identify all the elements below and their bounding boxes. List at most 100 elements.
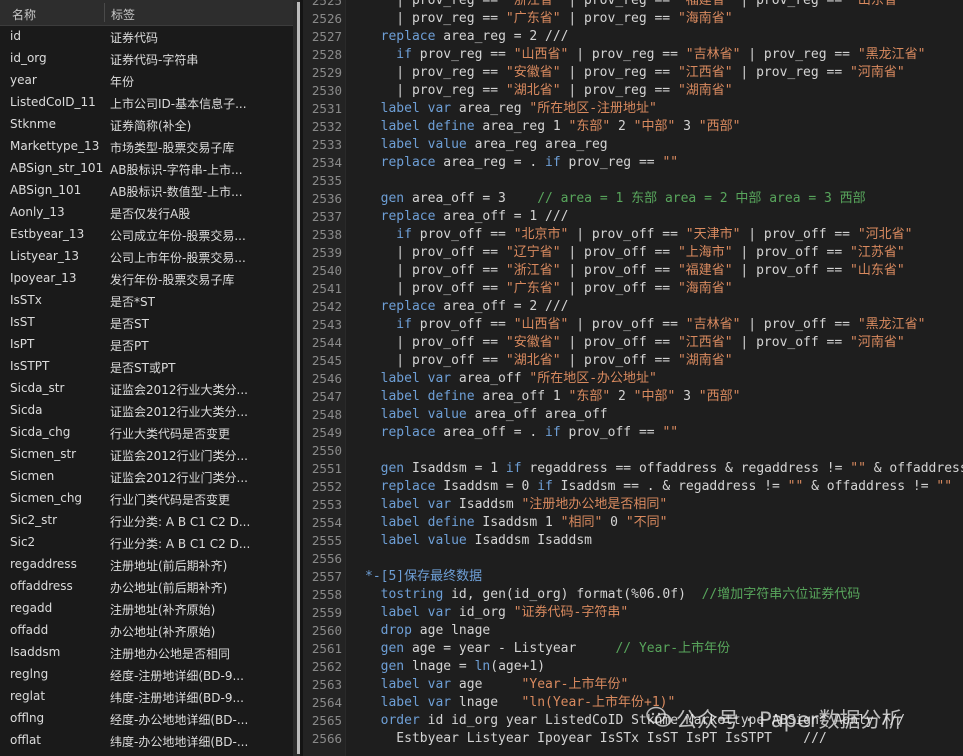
code-line[interactable]: if prov_reg == "山西省" | prov_reg == "吉林省"… — [365, 46, 963, 64]
code-line[interactable] — [365, 550, 963, 568]
variable-row[interactable]: ABSign_101 AB股标识-数值型-上市... — [0, 180, 293, 202]
code-line[interactable]: label define area_reg 1 "东部" 2 "中部" 3 "西… — [365, 118, 963, 136]
code-token: age — [451, 677, 522, 692]
code-line[interactable]: if prov_off == "山西省" | prov_off == "吉林省"… — [365, 316, 963, 334]
code-token-str: "安徽省" — [505, 65, 561, 80]
variables-header: 名称 标签 — [0, 0, 293, 26]
code-line[interactable]: gen area_off = 3 // area = 1 东部 area = 2… — [365, 190, 963, 208]
code-line[interactable]: | prov_off == "广东省" | prov_off == "海南省" — [365, 280, 963, 298]
fold-margin[interactable] — [345, 0, 364, 756]
code-line[interactable]: label var area_reg "所在地区-注册地址" — [365, 100, 963, 118]
code-token: | prov_off == — [568, 317, 686, 332]
variable-row[interactable]: Sic2 行业分类: A B C1 C2 D... — [0, 532, 293, 554]
code-line[interactable]: | prov_reg == "安徽省" | prov_reg == "江西省" … — [365, 64, 963, 82]
variable-row[interactable]: Isaddsm 注册地办公地是否相同 — [0, 642, 293, 664]
variable-row[interactable]: offadd 办公地址(补齐原始) — [0, 620, 293, 642]
code-token: Isaddsm = 0 — [435, 479, 538, 494]
code-token-kw: order — [365, 713, 420, 728]
variable-row[interactable]: Ipoyear_13 发行年份-股票交易子库 — [0, 268, 293, 290]
code-token-str: "广东省" — [505, 11, 561, 26]
code-line[interactable]: | prov_off == "浙江省" | prov_off == "福建省" … — [365, 262, 963, 280]
code-line[interactable]: | prov_reg == "浙江省" | prov_reg == "福建省" … — [365, 0, 963, 10]
variable-row[interactable]: year 年份 — [0, 70, 293, 92]
code-line[interactable]: replace area_off = 2 /// — [365, 298, 963, 316]
variable-row[interactable]: Sicda_chg 行业大类代码是否变更 — [0, 422, 293, 444]
variable-row[interactable]: IsSTx 是否*ST — [0, 290, 293, 312]
variable-row[interactable]: IsPT 是否PT — [0, 334, 293, 356]
code-line[interactable]: label value area_off area_off — [365, 406, 963, 424]
code-line[interactable]: | prov_off == "湖北省" | prov_off == "湖南省" — [365, 352, 963, 370]
code-line[interactable]: | prov_reg == "广东省" | prov_reg == "海南省" — [365, 10, 963, 28]
variable-row[interactable]: Sicmen 证监会2012行业门类分... — [0, 466, 293, 488]
variable-row[interactable]: reglat 纬度-注册地详细(BD-9... — [0, 686, 293, 708]
code-line[interactable]: label var Isaddsm "注册地办公地是否相同" — [365, 496, 963, 514]
variable-row[interactable]: Sicmen_str 证监会2012行业门类分... — [0, 444, 293, 466]
code-line[interactable] — [365, 172, 963, 190]
column-divider[interactable] — [104, 3, 105, 22]
variable-label: 办公地址(前后期补齐) — [110, 581, 228, 595]
code-line[interactable]: replace Isaddsm = 0 if Isaddsm == . & re… — [365, 478, 963, 496]
variable-row[interactable]: regaddress 注册地址(前后期补齐) — [0, 554, 293, 576]
variable-row[interactable]: Estbyear_13 公司成立年份-股票交易... — [0, 224, 293, 246]
code-token: | prov_off == — [365, 353, 506, 368]
variable-row[interactable]: offlng 经度-办公地地详细(BD-... — [0, 708, 293, 730]
code-editor[interactable]: | prov_reg == "浙江省" | prov_reg == "福建省" … — [365, 0, 963, 748]
code-line[interactable]: | prov_off == "辽宁省" | prov_off == "上海市" … — [365, 244, 963, 262]
code-line[interactable]: replace area_reg = . if prov_reg == "" — [365, 154, 963, 172]
code-line[interactable]: label var area_off "所在地区-办公地址" — [365, 370, 963, 388]
code-token-str: "" — [662, 425, 679, 440]
code-line[interactable]: replace area_reg = 2 /// — [365, 28, 963, 46]
variable-row[interactable]: Sicda_str 证监会2012行业大类分... — [0, 378, 293, 400]
variable-name: id — [10, 29, 21, 43]
variable-row[interactable]: Markettype_13 市场类型-股票交易子库 — [0, 136, 293, 158]
code-line[interactable]: if prov_off == "北京市" | prov_off == "天津市"… — [365, 226, 963, 244]
variable-row[interactable]: ListedCoID_11 上市公司ID-基本信息子... — [0, 92, 293, 114]
code-line[interactable]: label value area_reg area_reg — [365, 136, 963, 154]
code-line[interactable]: replace area_off = 1 /// — [365, 208, 963, 226]
code-token-kw: replace — [365, 425, 436, 440]
code-line[interactable]: label define Isaddsm 1 "相同" 0 "不同" — [365, 514, 963, 532]
variable-label: 是否PT — [110, 339, 149, 353]
code-line[interactable] — [365, 442, 963, 460]
code-token-str: "上海市" — [677, 245, 733, 260]
line-number: 2535 — [311, 173, 342, 188]
variable-row[interactable]: reglng 经度-注册地详细(BD-9... — [0, 664, 293, 686]
code-line[interactable]: gen age = year - Listyear // Year-上市年份 — [365, 640, 963, 658]
variable-row[interactable]: Sic2_str 行业分类: A B C1 C2 D... — [0, 510, 293, 532]
variable-row[interactable]: id 证券代码 — [0, 26, 293, 48]
variable-label: 纬度-办公地地详细(BD-... — [110, 735, 249, 749]
code-token-sec: *-[5]保存最终数据 — [365, 569, 483, 584]
variable-row[interactable]: ABSign_str_101 AB股标识-字符串-上市... — [0, 158, 293, 180]
variable-name: ABSign_101 — [10, 183, 82, 197]
code-line[interactable]: gen Isaddsm = 1 if regaddress == offaddr… — [365, 460, 963, 478]
variable-row[interactable]: IsSTPT 是否ST或PT — [0, 356, 293, 378]
code-line[interactable]: label var age "Year-上市年份" — [365, 676, 963, 694]
code-line[interactable]: *-[5]保存最终数据 — [365, 568, 963, 586]
code-line[interactable]: drop age lnage — [365, 622, 963, 640]
code-token-str: "山西省" — [513, 317, 569, 332]
column-header-label[interactable]: 标签 — [111, 6, 135, 23]
variable-row[interactable]: id_org 证券代码-字符串 — [0, 48, 293, 70]
variable-row[interactable]: Sicda 证监会2012行业大类分... — [0, 400, 293, 422]
variable-row[interactable]: IsST 是否ST — [0, 312, 293, 334]
variable-label: 经度-办公地地详细(BD-... — [110, 713, 249, 727]
code-line[interactable]: | prov_reg == "湖北省" | prov_reg == "湖南省" — [365, 82, 963, 100]
variable-label: 证监会2012行业门类分... — [110, 471, 248, 485]
code-line[interactable]: | prov_off == "安徽省" | prov_off == "江西省" … — [365, 334, 963, 352]
code-line[interactable]: label define area_off 1 "东部" 2 "中部" 3 "西… — [365, 388, 963, 406]
column-header-name[interactable]: 名称 — [12, 6, 36, 23]
code-token-kw: label var — [365, 605, 452, 620]
variable-row[interactable]: Aonly_13 是否仅发行A股 — [0, 202, 293, 224]
code-line[interactable]: label var id_org "证券代码-字符串" — [365, 604, 963, 622]
variable-name: offaddress — [10, 579, 73, 593]
variable-row[interactable]: offaddress 办公地址(前后期补齐) — [0, 576, 293, 598]
variable-row[interactable]: regadd 注册地址(补齐原始) — [0, 598, 293, 620]
code-line[interactable]: gen lnage = ln(age+1) — [365, 658, 963, 676]
variable-row[interactable]: Stknme 证券简称(补全) — [0, 114, 293, 136]
variable-row[interactable]: offlat 纬度-办公地地详细(BD-... — [0, 730, 293, 752]
code-line[interactable]: tostring id, gen(id_org) format(%06.0f) … — [365, 586, 963, 604]
code-line[interactable]: replace area_off = . if prov_off == "" — [365, 424, 963, 442]
variable-row[interactable]: Listyear_13 公司上市年份-股票交易... — [0, 246, 293, 268]
code-line[interactable]: label value Isaddsm Isaddsm — [365, 532, 963, 550]
variable-row[interactable]: Sicmen_chg 行业门类代码是否变更 — [0, 488, 293, 510]
